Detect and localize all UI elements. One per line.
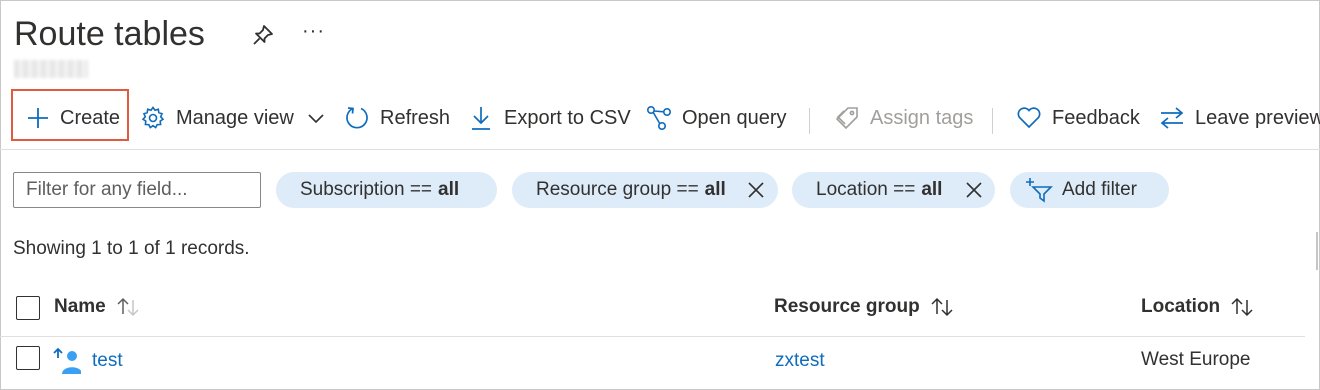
resource-group-link[interactable]: zxtest	[775, 350, 825, 372]
open-query-label: Open query	[682, 106, 787, 129]
assign-tags-button[interactable]: Assign tags	[834, 88, 973, 148]
open-query-button[interactable]: Open query	[646, 88, 787, 148]
toolbar-divider-line	[0, 149, 1320, 150]
page-title: Route tables	[14, 15, 205, 53]
filter-pill-location[interactable]: Location == all	[792, 172, 995, 208]
command-bar: Create Manage view Refresh Export to CSV…	[0, 88, 1320, 152]
row-checkbox[interactable]	[16, 346, 40, 370]
pin-icon[interactable]	[250, 22, 276, 48]
filter-pill-subscription[interactable]: Subscription == all	[276, 172, 497, 208]
column-header-name[interactable]: Name	[54, 296, 142, 318]
add-filter-label: Add filter	[1062, 179, 1137, 200]
pill-value: all	[438, 179, 460, 200]
column-label: Resource group	[774, 296, 920, 317]
sort-icon	[1231, 297, 1253, 317]
pill-value: all	[704, 179, 726, 200]
column-header-resource-group[interactable]: Resource group	[774, 296, 956, 318]
export-csv-label: Export to CSV	[504, 106, 631, 129]
select-all-checkbox[interactable]	[16, 296, 40, 320]
sort-icon	[117, 297, 139, 317]
feedback-button[interactable]: Feedback	[1016, 88, 1140, 148]
download-icon	[472, 107, 490, 130]
add-filter-button[interactable]: Add filter	[1010, 172, 1169, 208]
tag-icon	[835, 107, 858, 130]
filter-add-icon	[1026, 178, 1053, 203]
refresh-button[interactable]: Refresh	[344, 88, 450, 148]
location-value: West Europe	[1141, 349, 1251, 370]
records-count: Showing 1 to 1 of 1 records.	[13, 238, 250, 259]
chevron-down-icon	[308, 114, 324, 124]
close-icon[interactable]	[746, 180, 766, 200]
leave-preview-label: Leave preview	[1195, 106, 1320, 129]
leave-preview-button[interactable]: Leave preview	[1159, 88, 1320, 148]
more-options-button[interactable]: ···	[302, 20, 325, 43]
feedback-label: Feedback	[1052, 106, 1140, 129]
filter-pill-resource-group[interactable]: Resource group == all	[512, 172, 778, 208]
toolbar-divider	[992, 108, 993, 134]
close-icon[interactable]	[964, 180, 984, 200]
create-button[interactable]: Create	[26, 88, 120, 148]
column-label: Location	[1141, 296, 1221, 317]
swap-arrows-icon	[1160, 107, 1184, 129]
route-table-icon	[53, 347, 81, 374]
pill-value: all	[921, 179, 943, 200]
pill-label: Subscription ==	[300, 179, 433, 200]
assign-tags-label: Assign tags	[870, 106, 974, 129]
plus-icon	[28, 108, 48, 128]
pill-label: Resource group ==	[536, 179, 699, 200]
sort-icon	[931, 297, 953, 317]
header-divider	[0, 336, 1305, 337]
column-header-location[interactable]: Location	[1141, 296, 1256, 318]
refresh-label: Refresh	[380, 106, 451, 129]
toolbar-divider	[809, 108, 810, 134]
create-label: Create	[60, 106, 121, 129]
manage-view-label: Manage view	[176, 106, 294, 129]
scrollbar[interactable]	[1316, 232, 1318, 270]
resource-name-link[interactable]: test	[92, 350, 123, 372]
query-icon	[646, 105, 671, 130]
gear-icon	[141, 106, 165, 129]
column-label: Name	[54, 296, 106, 317]
heart-icon	[1017, 107, 1041, 129]
export-csv-button[interactable]: Export to CSV	[470, 88, 631, 148]
manage-view-button[interactable]: Manage view	[140, 88, 326, 148]
blurred-subtitle	[14, 60, 88, 78]
filter-input[interactable]	[13, 172, 261, 208]
refresh-icon	[346, 107, 368, 129]
pill-label: Location ==	[816, 179, 916, 200]
